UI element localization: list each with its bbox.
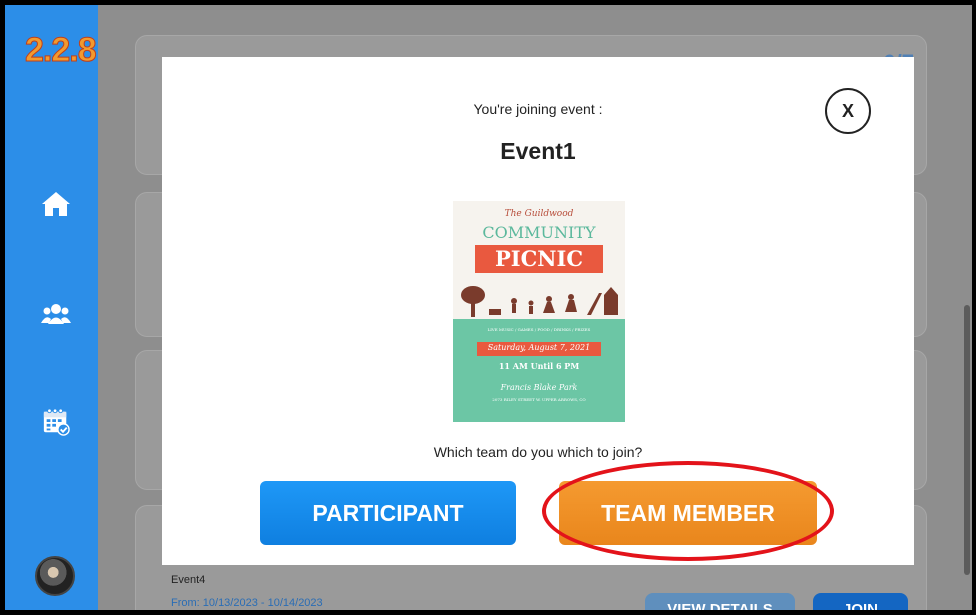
poster-line: LIVE MUSIC / GAMES / FOOD / DRINKS / PRI… [487, 327, 591, 332]
home-icon[interactable] [41, 190, 71, 218]
poster-line: COMMUNITY [482, 223, 596, 242]
event-dates: From: 10/13/2023 - 10/14/2023 [171, 597, 323, 609]
modal-subtitle: You're joining event : [473, 101, 603, 117]
poster-line: PICNIC [494, 246, 584, 271]
scrollbar[interactable] [964, 305, 970, 575]
picnic-scene-illustration [461, 286, 618, 317]
avatar[interactable] [35, 556, 75, 596]
team-question: Which team do you which to join? [433, 444, 643, 460]
event-name: Event4 [171, 574, 206, 586]
poster-line: The Guildwood [504, 209, 574, 219]
calendar-icon[interactable] [41, 408, 71, 436]
app-window: 0/7 Event4 From: 10/13/2023 - 10/14/2023… [5, 5, 972, 610]
sidebar: 2.2.8 [5, 5, 98, 610]
event-title: Event1 [500, 138, 576, 164]
users-icon[interactable] [41, 300, 71, 328]
poster-line: 11 AM Until 6 PM [498, 361, 580, 371]
close-button[interactable]: X [825, 88, 871, 134]
join-event-modal: You're joining event : Event1 X The Guil… [162, 57, 914, 565]
poster-line: 2073 RILEY STREET W. UPPER ARROWS, CO [492, 397, 586, 402]
view-details-button[interactable]: VIEW DETAILS [645, 593, 795, 610]
version-label: 2.2.8 [25, 31, 98, 70]
join-button[interactable]: JOIN [813, 593, 908, 610]
poster-line: Saturday, August 7, 2021 [487, 343, 591, 352]
highlight-ellipse [542, 461, 834, 561]
participant-button[interactable]: PARTICIPANT [260, 481, 516, 545]
event-poster-image: The Guildwood COMMUNITY PICNIC LIVE MUSI… [453, 201, 625, 422]
poster-line: Francis Blake Park [500, 383, 578, 392]
